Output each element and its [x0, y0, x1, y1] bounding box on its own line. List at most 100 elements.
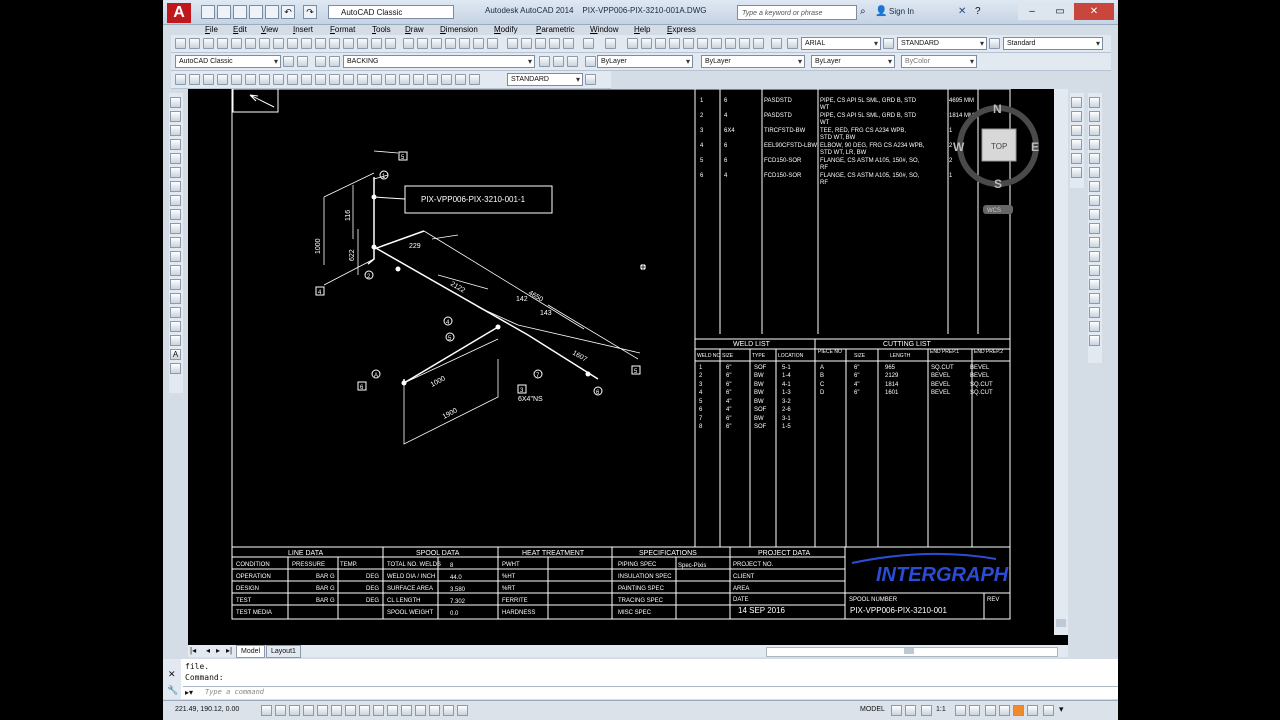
table-style-dropdown[interactable]: Standard — [1003, 37, 1103, 50]
list-icon[interactable] — [1071, 139, 1082, 150]
draw-line-icon[interactable] — [170, 97, 181, 108]
draw-add-selected-icon[interactable] — [170, 363, 181, 374]
region-mass-icon[interactable] — [1071, 125, 1082, 136]
trim-icon[interactable] — [1089, 223, 1100, 234]
draw-insert-icon[interactable] — [170, 251, 181, 262]
revision-cloud-icon[interactable] — [273, 74, 284, 85]
spline-icon[interactable] — [287, 74, 298, 85]
grid-display-icon[interactable] — [289, 705, 300, 716]
object-snap-tracking-icon[interactable] — [359, 705, 370, 716]
plot-style-dropdown[interactable]: ByColor — [901, 55, 977, 68]
zoom-window-icon[interactable] — [655, 38, 666, 49]
text-style-dropdown[interactable]: ARIAL — [801, 37, 881, 50]
drawing-svg[interactable]: PIX-VPP006-PIX-3210-001-1 229 2122 4650 … — [188, 89, 1068, 645]
viewcube-s[interactable]: S — [994, 177, 1002, 191]
draw-polyline-icon[interactable] — [170, 125, 181, 136]
quick-view-drawings-icon[interactable] — [905, 705, 916, 716]
table-style-icon[interactable] — [989, 38, 1000, 49]
explode-icon[interactable] — [1089, 335, 1100, 346]
rectangle-icon[interactable] — [231, 74, 242, 85]
layer-states-icon[interactable] — [567, 56, 578, 67]
annotation-scale-icon[interactable] — [921, 705, 932, 716]
draw-ellipse-icon[interactable] — [170, 223, 181, 234]
search-input[interactable]: Type a keyword or phrase — [737, 5, 857, 20]
tab-last-icon[interactable]: ▸| — [226, 646, 232, 655]
construction-line-icon[interactable] — [189, 74, 200, 85]
help-icon[interactable]: ? — [975, 6, 981, 17]
break-at-point-icon[interactable] — [1089, 251, 1100, 262]
tolerance-icon[interactable] — [357, 38, 368, 49]
new-icon[interactable] — [201, 5, 215, 19]
3d-print-icon[interactable] — [487, 38, 498, 49]
horizontal-scroll-thumb[interactable] — [904, 648, 914, 654]
sign-in-button[interactable]: Sign In — [889, 7, 914, 16]
lineweight-icon[interactable] — [401, 705, 412, 716]
polar-tracking-icon[interactable] — [317, 705, 328, 716]
infer-constraints-icon[interactable] — [261, 705, 272, 716]
dim-angular-icon[interactable] — [273, 38, 284, 49]
draw-block-icon[interactable] — [170, 265, 181, 276]
tab-layout1[interactable]: Layout1 — [266, 645, 301, 658]
erase-icon[interactable] — [1089, 97, 1100, 108]
draw-ellipse-arc-icon[interactable] — [170, 237, 181, 248]
draw-hatch-icon[interactable] — [170, 293, 181, 304]
dim-radius-icon[interactable] — [231, 38, 242, 49]
design-center-icon[interactable] — [697, 38, 708, 49]
search-icon[interactable]: ⌕ — [860, 6, 866, 17]
polyline-icon[interactable] — [203, 74, 214, 85]
center-mark-icon[interactable] — [371, 38, 382, 49]
draw-arc-icon[interactable] — [170, 167, 181, 178]
dim-style-manager-icon[interactable] — [585, 74, 596, 85]
annotation-visibility-icon[interactable] — [955, 705, 966, 716]
properties-icon[interactable] — [683, 38, 694, 49]
mtext-icon[interactable] — [427, 74, 438, 85]
paste-icon[interactable] — [535, 38, 546, 49]
pan-icon[interactable] — [627, 38, 638, 49]
draw-polygon-icon[interactable] — [170, 139, 181, 150]
rotate-icon[interactable] — [1089, 181, 1100, 192]
draw-circle-icon[interactable] — [170, 181, 181, 192]
object-snap-icon[interactable] — [331, 705, 342, 716]
quick-view-layouts-icon[interactable] — [891, 705, 902, 716]
status-menu-icon[interactable]: ▾ — [1059, 704, 1064, 715]
color-dropdown[interactable]: ByLayer — [597, 55, 693, 68]
quick-dim-icon[interactable] — [287, 38, 298, 49]
dim-style-dropdown-2[interactable]: STANDARD — [507, 73, 583, 86]
dim-baseline-icon[interactable] — [301, 38, 312, 49]
draw-rectangle-icon[interactable] — [170, 153, 181, 164]
dim-linear-icon[interactable] — [175, 38, 186, 49]
tool-palettes-icon[interactable] — [711, 38, 722, 49]
save-icon[interactable] — [233, 5, 247, 19]
minimize-button[interactable]: – — [1018, 3, 1046, 20]
copy-object-icon[interactable] — [1089, 111, 1100, 122]
plot-icon[interactable] — [265, 5, 279, 19]
point-icon[interactable] — [357, 74, 368, 85]
3d-object-snap-icon[interactable] — [345, 705, 356, 716]
vertical-scroll-thumb[interactable] — [1056, 619, 1066, 627]
break-icon[interactable] — [1089, 265, 1100, 276]
snap-mode-icon[interactable] — [275, 705, 286, 716]
layer-dropdown[interactable]: BACKING — [343, 55, 535, 68]
insert-block-icon[interactable] — [329, 74, 340, 85]
maximize-button[interactable]: ▭ — [1046, 3, 1074, 20]
plot-drawing-icon[interactable] — [445, 38, 456, 49]
drawing-canvas[interactable]: PIX-VPP006-PIX-3210-001-1 229 2122 4650 … — [188, 89, 1068, 645]
open-drawing-icon[interactable] — [417, 38, 428, 49]
annotation-scale[interactable]: 1:1 — [936, 706, 946, 713]
drawing-status-icon[interactable] — [1071, 167, 1082, 178]
clean-screen-icon[interactable] — [1043, 705, 1054, 716]
workspace-settings-icon[interactable] — [283, 56, 294, 67]
mleader-icon[interactable] — [441, 74, 452, 85]
draw-region-icon[interactable] — [170, 321, 181, 332]
copy-icon[interactable] — [521, 38, 532, 49]
tab-first-icon[interactable]: |◂ — [190, 646, 196, 655]
selection-cycling-icon[interactable] — [443, 705, 454, 716]
undo-toolbar-icon[interactable] — [583, 38, 594, 49]
match-properties-icon[interactable] — [549, 38, 560, 49]
auto-scale-icon[interactable] — [969, 705, 980, 716]
isolate-objects-icon[interactable] — [1027, 705, 1038, 716]
redo-icon[interactable]: ↷ — [303, 5, 317, 19]
redo-toolbar-icon[interactable] — [605, 38, 616, 49]
text-style-icon[interactable] — [787, 38, 798, 49]
draw-mtext-icon[interactable]: A — [170, 349, 181, 360]
